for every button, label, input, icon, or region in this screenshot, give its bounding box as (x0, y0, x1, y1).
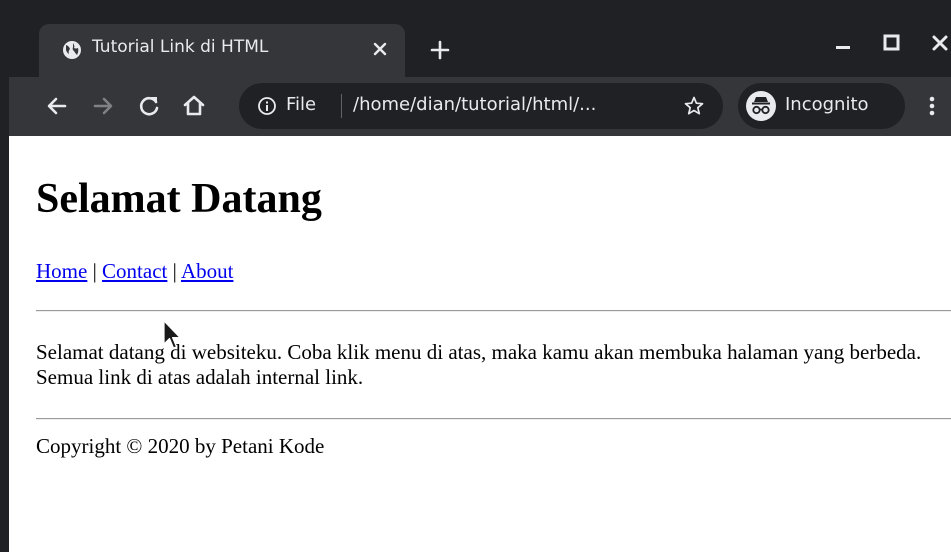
horizontal-rule (36, 418, 951, 420)
incognito-indicator[interactable]: Incognito (738, 83, 905, 129)
nav-link-contact[interactable]: Contact (102, 259, 167, 283)
maximize-icon[interactable] (879, 30, 905, 56)
plus-icon[interactable] (428, 38, 452, 62)
url-text[interactable]: /home/dian/tutorial/html/... (353, 94, 596, 115)
browser-toolbar: File /home/dian/tutorial/html/... Incogn… (9, 77, 951, 136)
tab-title: Tutorial Link di HTML (92, 37, 269, 57)
scheme-label: File (286, 94, 317, 115)
nav-separator: | (92, 259, 97, 283)
nav-separator: | (172, 259, 177, 283)
nav-link-about[interactable]: About (181, 259, 234, 283)
home-icon[interactable] (179, 91, 209, 121)
arrow-right-icon[interactable] (88, 91, 118, 121)
page-heading: Selamat Datang (36, 176, 322, 222)
address-bar[interactable]: File /home/dian/tutorial/html/... (239, 83, 723, 129)
arrow-left-icon[interactable] (42, 91, 72, 121)
tab-strip: Tutorial Link di HTML (9, 0, 951, 77)
web-page: Selamat Datang Home | Contact | About Se… (18, 136, 951, 552)
star-icon[interactable] (683, 95, 705, 117)
close-window-icon[interactable] (927, 30, 951, 56)
incognito-label: Incognito (785, 94, 869, 115)
more-vert-icon[interactable] (917, 91, 947, 121)
incognito-icon (746, 91, 776, 121)
footer-copyright: Copyright © 2020 by Petani Kode (36, 434, 325, 458)
horizontal-rule (36, 310, 951, 312)
info-icon[interactable] (257, 96, 277, 116)
tab-tutorial-link[interactable]: Tutorial Link di HTML (39, 24, 405, 77)
browser-window: Tutorial Link di HTML File /home/dian/tu… (0, 0, 951, 552)
close-icon[interactable] (369, 38, 391, 60)
nav-link-home[interactable]: Home (36, 259, 87, 283)
omnibox-divider (341, 94, 342, 118)
globe-icon (63, 41, 81, 59)
minimize-icon[interactable] (831, 30, 857, 56)
mouse-pointer-icon (163, 320, 181, 349)
nav-menu: Home | Contact | About (36, 258, 233, 284)
reload-icon[interactable] (134, 91, 164, 121)
